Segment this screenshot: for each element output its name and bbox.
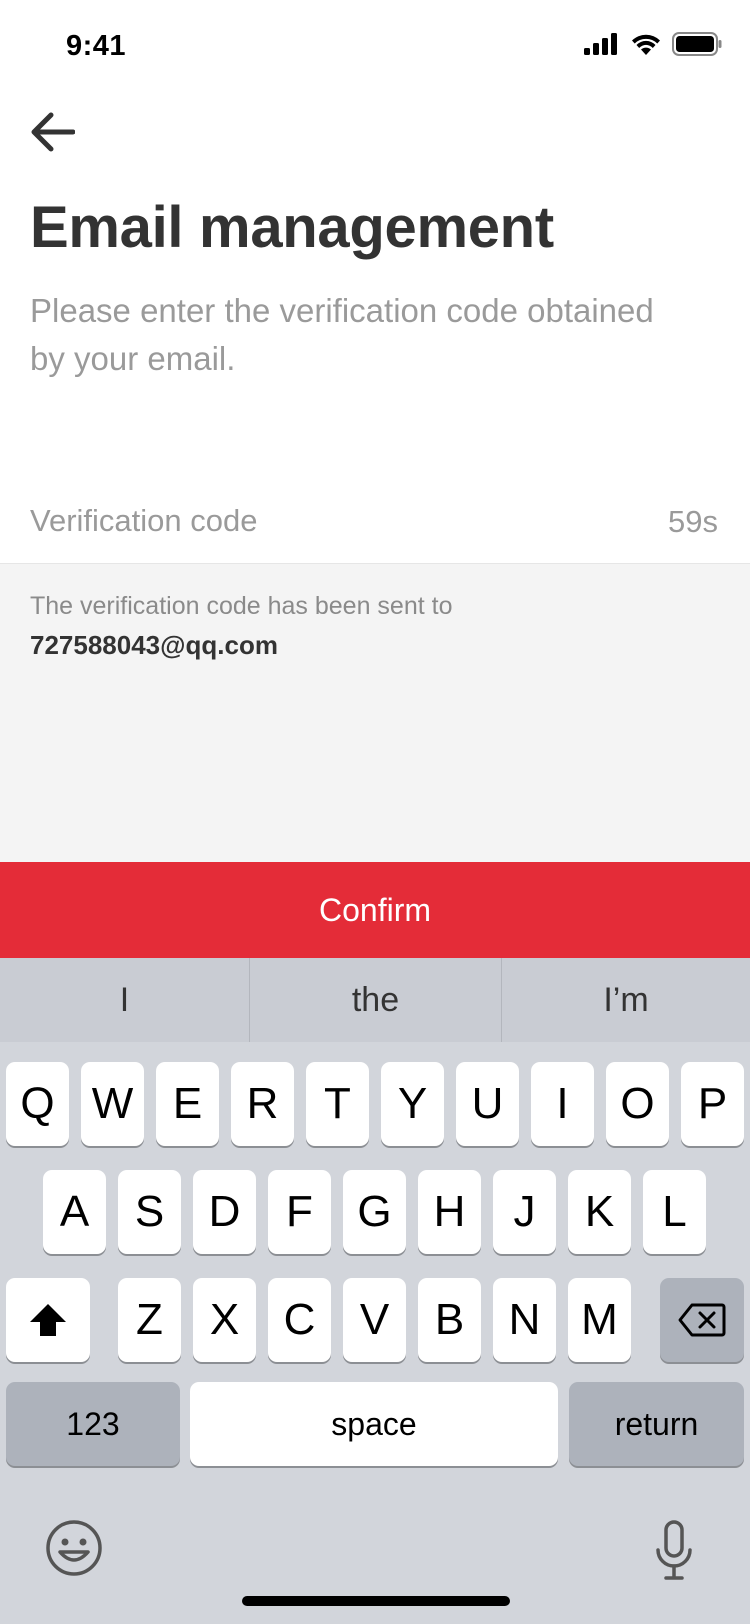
page-title: Email management xyxy=(30,195,554,260)
emoji-icon xyxy=(46,1520,102,1576)
key-g[interactable]: G xyxy=(343,1170,406,1254)
suggestion-3[interactable]: I’m xyxy=(502,958,750,1042)
shift-icon xyxy=(30,1304,66,1336)
page-subtitle: Please enter the verification code obtai… xyxy=(30,292,654,377)
numbers-key[interactable]: 123 xyxy=(6,1382,180,1466)
key-o[interactable]: O xyxy=(606,1062,669,1146)
key-z[interactable]: Z xyxy=(118,1278,181,1362)
key-a[interactable]: A xyxy=(43,1170,106,1254)
dictation-button[interactable] xyxy=(654,1520,694,1582)
wifi-icon xyxy=(632,34,660,55)
key-m[interactable]: M xyxy=(568,1278,631,1362)
key-u[interactable]: U xyxy=(456,1062,519,1146)
key-j[interactable]: J xyxy=(493,1170,556,1254)
key-s[interactable]: S xyxy=(118,1170,181,1254)
back-button[interactable] xyxy=(22,102,82,162)
key-k[interactable]: K xyxy=(568,1170,631,1254)
status-icons xyxy=(584,32,722,56)
verification-code-row: 59s xyxy=(0,488,750,564)
suggestion-bar: I the I’m xyxy=(0,958,750,1042)
status-time: 9:41 xyxy=(66,30,127,62)
key-h[interactable]: H xyxy=(418,1170,481,1254)
info-area: The verification code has been sent to 7… xyxy=(0,564,750,862)
key-q[interactable]: Q xyxy=(6,1062,69,1146)
key-n[interactable]: N xyxy=(493,1278,556,1362)
key-r[interactable]: R xyxy=(231,1062,294,1146)
verification-code-input[interactable] xyxy=(30,488,590,554)
back-arrow-icon xyxy=(31,112,75,152)
code-sent-message: The verification code has been sent to xyxy=(30,592,453,620)
key-l[interactable]: L xyxy=(643,1170,706,1254)
suggestion-2[interactable]: the xyxy=(250,958,501,1042)
email-address: 727588043@qq.com xyxy=(30,630,278,660)
signal-icon xyxy=(584,33,617,55)
microphone-icon xyxy=(656,1520,692,1580)
return-key[interactable]: return xyxy=(569,1382,744,1466)
space-key[interactable]: space xyxy=(190,1382,558,1466)
emoji-button[interactable] xyxy=(44,1518,104,1578)
home-indicator[interactable] xyxy=(242,1596,510,1606)
resend-countdown: 59s xyxy=(668,504,718,539)
key-w[interactable]: W xyxy=(81,1062,144,1146)
keyboard: I the I’m Q W E R T Y U I O P A S D F G … xyxy=(0,958,750,1624)
backspace-icon xyxy=(678,1303,726,1337)
battery-icon xyxy=(672,32,722,56)
confirm-button[interactable]: Confirm xyxy=(0,862,750,958)
key-i[interactable]: I xyxy=(531,1062,594,1146)
key-v[interactable]: V xyxy=(343,1278,406,1362)
key-f[interactable]: F xyxy=(268,1170,331,1254)
key-e[interactable]: E xyxy=(156,1062,219,1146)
suggestion-1[interactable]: I xyxy=(0,958,249,1042)
key-t[interactable]: T xyxy=(306,1062,369,1146)
key-x[interactable]: X xyxy=(193,1278,256,1362)
status-bar: 9:41 xyxy=(0,0,750,94)
key-p[interactable]: P xyxy=(681,1062,744,1146)
key-y[interactable]: Y xyxy=(381,1062,444,1146)
delete-key[interactable] xyxy=(660,1278,744,1362)
shift-key[interactable] xyxy=(6,1278,90,1362)
key-d[interactable]: D xyxy=(193,1170,256,1254)
key-b[interactable]: B xyxy=(418,1278,481,1362)
key-c[interactable]: C xyxy=(268,1278,331,1362)
